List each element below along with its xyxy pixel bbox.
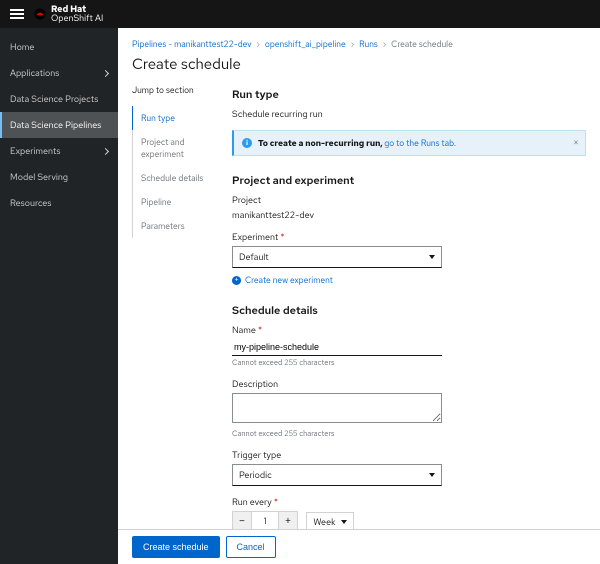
- form-content: Run type Schedule recurring run i To cre…: [212, 84, 586, 564]
- run-every-minus-button[interactable]: −: [232, 511, 252, 531]
- run-every-stepper: − 1 +: [232, 511, 298, 531]
- jump-item-schedule-details[interactable]: Schedule details: [132, 166, 212, 190]
- main-content: Pipelines - manikanttest22-dev › openshi…: [118, 28, 600, 564]
- run-every-unit-value: Week: [313, 516, 335, 528]
- sidebar-item-label: Resources: [10, 197, 51, 209]
- masthead: Red Hat OpenShift AI: [0, 0, 600, 28]
- chevron-right-icon: [102, 69, 109, 76]
- run-every-plus-button[interactable]: +: [278, 511, 298, 531]
- description-hint: Cannot exceed 255 characters: [232, 429, 586, 439]
- trigger-type-select[interactable]: Periodic: [232, 464, 442, 486]
- cancel-button[interactable]: Cancel: [226, 536, 276, 558]
- section-heading-schedule-details: Schedule details: [232, 304, 586, 318]
- jump-item-parameters[interactable]: Parameters: [132, 214, 212, 238]
- chevron-right-icon: ›: [351, 38, 354, 50]
- description-label: Description: [232, 378, 586, 390]
- breadcrumb: Pipelines - manikanttest22-dev › openshi…: [118, 28, 600, 54]
- chevron-down-icon: [429, 255, 435, 259]
- info-alert: i To create a non-recurring run, go to t…: [232, 130, 586, 156]
- info-icon: i: [242, 138, 252, 148]
- jump-to-section: Jump to section Run type Project and exp…: [132, 84, 212, 564]
- experiment-select[interactable]: Default: [232, 246, 442, 268]
- runtype-subtext: Schedule recurring run: [232, 108, 586, 120]
- section-heading-runtype: Run type: [232, 88, 586, 102]
- create-experiment-link[interactable]: + Create new experiment: [232, 274, 333, 286]
- name-label: Name: [232, 324, 586, 336]
- plus-circle-icon: +: [232, 276, 241, 285]
- sidebar-item-label: Applications: [10, 67, 59, 79]
- create-schedule-button[interactable]: Create schedule: [132, 536, 220, 558]
- alert-text: To create a non-recurring run,: [258, 137, 384, 149]
- trigger-label: Trigger type: [232, 449, 586, 461]
- sidebar-item-experiments[interactable]: Experiments: [0, 138, 118, 164]
- name-hint: Cannot exceed 255 characters: [232, 358, 586, 368]
- description-input[interactable]: [232, 393, 442, 423]
- jump-title: Jump to section: [132, 84, 212, 96]
- sidebar-item-applications[interactable]: Applications: [0, 60, 118, 86]
- crumb-pipeline[interactable]: openshift_ai_pipeline: [265, 38, 346, 50]
- project-value: manikanttest22-dev: [232, 209, 586, 221]
- crumb-runs[interactable]: Runs: [359, 38, 378, 50]
- section-heading-project-experiment: Project and experiment: [232, 174, 586, 188]
- jump-item-pipeline[interactable]: Pipeline: [132, 190, 212, 214]
- chevron-down-icon: [341, 520, 347, 524]
- create-exp-text: Create new experiment: [245, 274, 333, 286]
- brand-line2: OpenShift AI: [51, 14, 103, 23]
- alert-runs-tab-link[interactable]: go to the Runs tab.: [384, 137, 456, 149]
- page-title: Create schedule: [118, 54, 600, 84]
- jump-item-runtype[interactable]: Run type: [132, 106, 212, 130]
- experiment-label: Experiment: [232, 231, 586, 243]
- run-every-label: Run every: [232, 496, 586, 508]
- run-every-value[interactable]: 1: [252, 511, 278, 531]
- sidebar-item-home[interactable]: Home: [0, 34, 118, 60]
- experiment-value: Default: [239, 251, 269, 263]
- redhat-icon: [34, 8, 46, 20]
- footer-actions: Create schedule Cancel: [118, 529, 600, 564]
- sidebar-item-ds-pipelines[interactable]: Data Science Pipelines: [0, 112, 118, 138]
- sidebar-item-label: Data Science Projects: [10, 93, 98, 105]
- crumb-pipelines[interactable]: Pipelines: [132, 38, 166, 50]
- sidebar-item-ds-projects[interactable]: Data Science Projects: [0, 86, 118, 112]
- close-icon[interactable]: ×: [573, 137, 579, 150]
- project-label: Project: [232, 194, 586, 206]
- brand-text: Red Hat OpenShift AI: [51, 5, 103, 24]
- trigger-value: Periodic: [239, 469, 272, 481]
- sidebar-item-label: Home: [10, 41, 34, 53]
- chevron-right-icon: ›: [383, 38, 386, 50]
- jump-item-project-experiment[interactable]: Project and experiment: [132, 130, 212, 166]
- sidebar-item-label: Experiments: [10, 145, 60, 157]
- crumb-project[interactable]: manikanttest22-dev: [174, 38, 251, 50]
- sidebar-item-label: Model Serving: [10, 171, 68, 183]
- name-input[interactable]: [232, 339, 442, 356]
- sidebar-item-resources[interactable]: Resources: [0, 190, 118, 216]
- crumb-current: Create schedule: [391, 38, 453, 50]
- hamburger-menu-button[interactable]: [10, 9, 24, 19]
- sidebar-item-label: Data Science Pipelines: [10, 119, 101, 131]
- chevron-right-icon: ›: [257, 38, 260, 50]
- brand: Red Hat OpenShift AI: [34, 5, 103, 24]
- sidebar: Home Applications Data Science Projects …: [0, 28, 118, 564]
- sidebar-item-model-serving[interactable]: Model Serving: [0, 164, 118, 190]
- chevron-down-icon: [429, 473, 435, 477]
- chevron-right-icon: [102, 147, 109, 154]
